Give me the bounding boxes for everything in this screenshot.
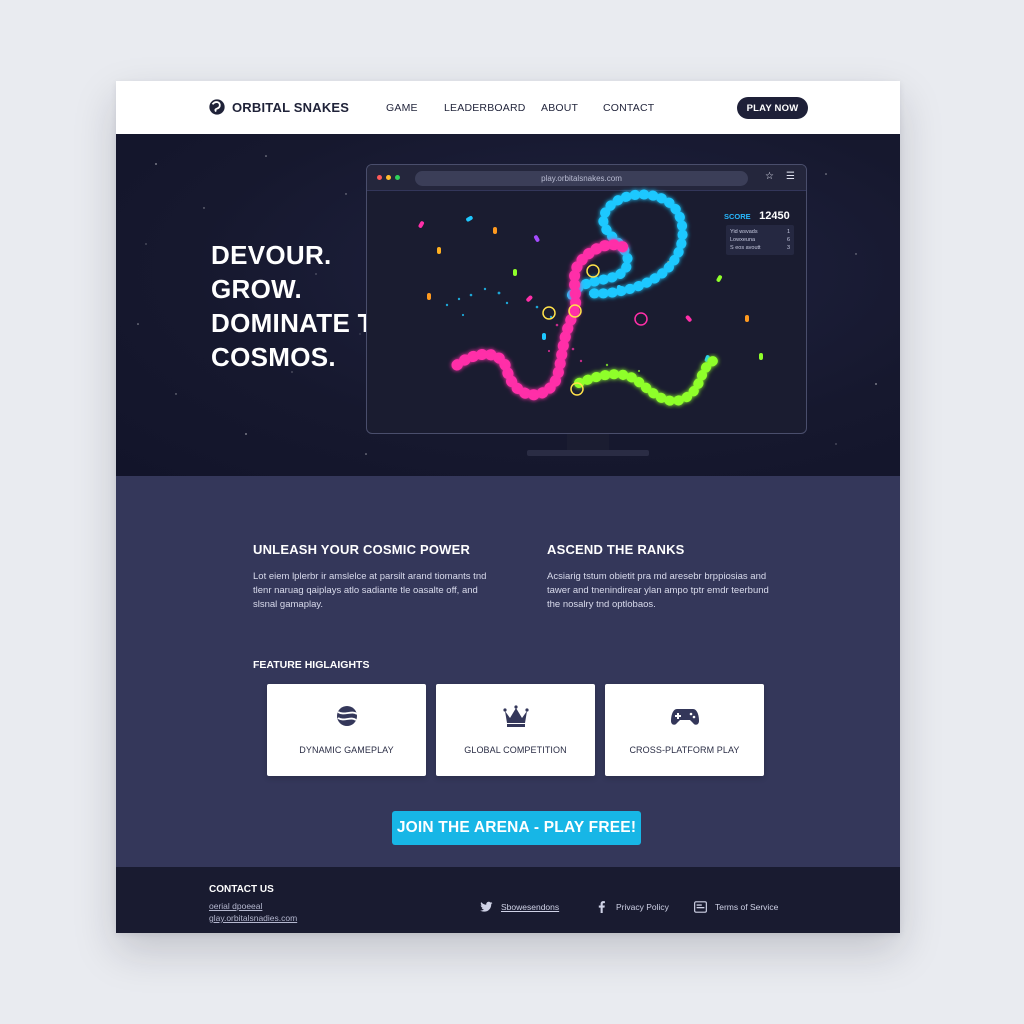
gamepad-icon: [670, 709, 699, 725]
game-preview-monitor: play.orbitalsnakes.com ☆ ☰ SCORE 12450 Y…: [366, 164, 807, 434]
feature-highlights-heading: FEATURE HIGLAIGHTS: [253, 659, 370, 671]
contact-title: CONTACT US: [209, 884, 274, 895]
section-title-ascend-ranks: ASCEND THE RANKS: [547, 542, 685, 557]
leaderboard-row: S eos avoutt 3: [730, 244, 790, 252]
score-value: 12450: [759, 210, 790, 222]
in-game-leaderboard: Yid wsvads 1 Lowxeuna 6 S eos avoutt 3: [726, 225, 794, 255]
feature-card-label: CROSS-PLATFORM PLAY: [629, 745, 740, 755]
facebook-icon: [598, 901, 605, 913]
section-text-ascend-ranks: Acsiarig tstum obietit pra md aresebr br…: [547, 571, 769, 610]
footer-link-label: Sbowesendons: [501, 902, 560, 912]
footer-link-twitter[interactable]: Sbowesendons: [480, 901, 559, 913]
section-title-cosmic-power: UNLEASH YOUR COSMIC POWER: [253, 542, 471, 557]
brand-name: ORBITAL SNAKES: [232, 99, 350, 115]
feature-card-dynamic-gameplay[interactable]: DYNAMIC GAMEPLAY: [267, 684, 426, 776]
monitor-base: [527, 450, 649, 456]
page: ORBITAL SNAKES GAME LEADERBOARD ABOUT CO…: [116, 81, 900, 933]
leaderboard-player-rank: 6: [786, 237, 790, 243]
monitor-stand: [567, 434, 609, 450]
top-navbar: ORBITAL SNAKES GAME LEADERBOARD ABOUT CO…: [116, 81, 900, 134]
section-text-cosmic-power: Lot eiem lplerbr ir amslelce at parsilt …: [253, 571, 487, 610]
document-icon: [694, 901, 707, 913]
footer-link-label: Privacy Policy: [616, 902, 669, 912]
feature-card-label: DYNAMIC GAMEPLAY: [299, 745, 394, 755]
footer-link-terms[interactable]: Terms of Service: [694, 901, 778, 913]
logo-icon: [209, 99, 225, 115]
score-display: SCORE 12450: [724, 206, 790, 224]
leaderboard-row: Lowxeuna 6: [730, 236, 790, 244]
nav-link-about[interactable]: ABOUT: [541, 102, 578, 114]
leaderboard-player-rank: 1: [786, 229, 790, 235]
nav-link-game[interactable]: GAME: [386, 102, 418, 114]
leaderboard-player-name: Yid wsvads: [730, 229, 758, 235]
feature-card-global-competition[interactable]: GLOBAL COMPETITION: [436, 684, 595, 776]
footer-link-privacy[interactable]: Privacy Policy: [595, 901, 669, 913]
footer: CONTACT US oerial dpoeeal glay.orbitalsn…: [116, 867, 900, 933]
feature-card-label: GLOBAL COMPETITION: [464, 745, 567, 755]
leaderboard-player-rank: 3: [786, 245, 790, 251]
snake-green: [574, 356, 718, 406]
planet-icon: [336, 706, 358, 726]
hero-section: DEVOUR. GROW. DOMINATE THE COSMOS. play.…: [116, 134, 900, 476]
play-now-button[interactable]: PLAY NOW: [737, 97, 808, 119]
feature-card-cross-platform[interactable]: CROSS-PLATFORM PLAY: [605, 684, 764, 776]
footer-link-label: Terms of Service: [715, 902, 779, 912]
join-arena-button[interactable]: JOIN THE ARENA - PLAY FREE!: [392, 811, 641, 845]
contact-website-link[interactable]: glay.orbitalsnadies.com: [209, 913, 297, 923]
contact-email-link[interactable]: oerial dpoeeal: [209, 901, 262, 911]
nav-link-contact[interactable]: CONTACT: [603, 102, 654, 114]
score-label: SCORE: [724, 212, 751, 221]
brand[interactable]: ORBITAL SNAKES: [208, 98, 349, 116]
twitter-icon: [480, 901, 493, 912]
nav-link-leaderboard[interactable]: LEADERBOARD: [444, 102, 526, 114]
leaderboard-row: Yid wsvads 1: [730, 228, 790, 236]
leaderboard-player-name: Lowxeuna: [730, 237, 756, 243]
leaderboard-player-name: S eos avoutt: [730, 245, 761, 251]
crown-icon: [502, 705, 529, 727]
